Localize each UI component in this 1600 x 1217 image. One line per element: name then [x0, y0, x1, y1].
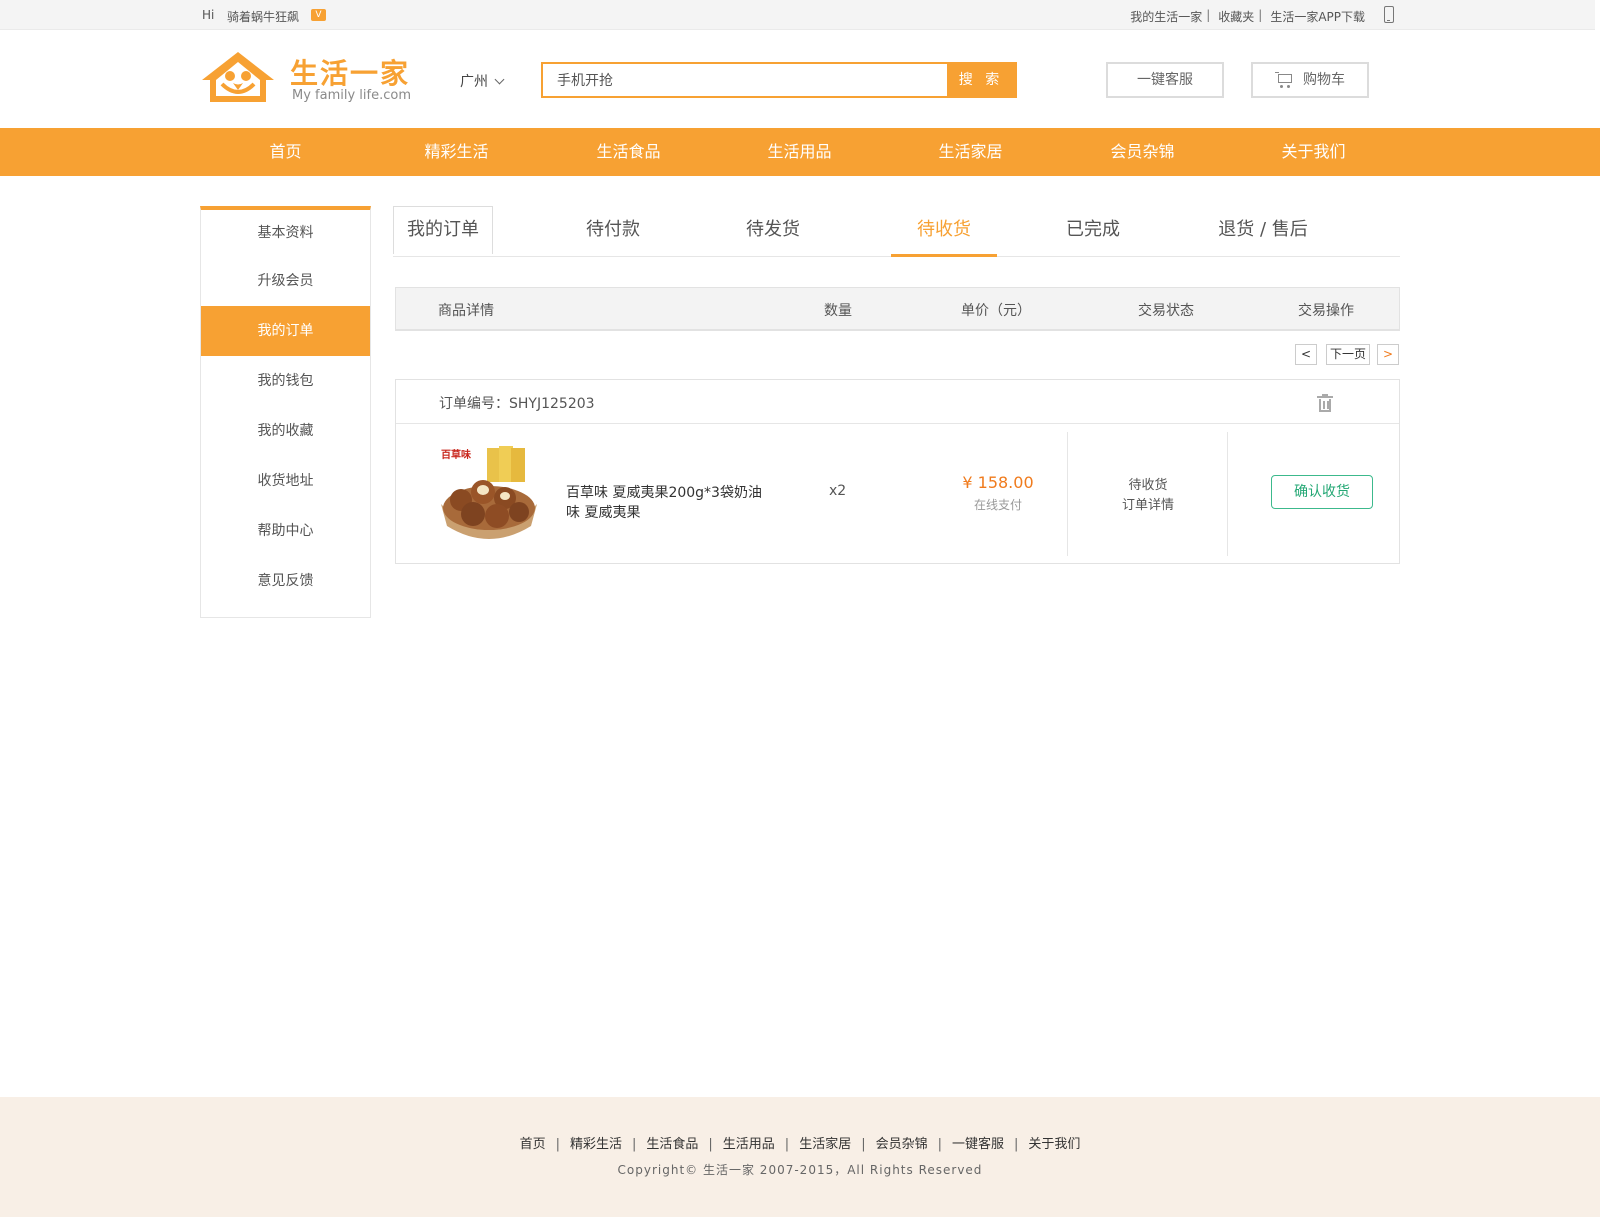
column-divider — [1227, 432, 1228, 556]
order-status: 待收货 — [1128, 478, 1168, 493]
separator: | — [1206, 8, 1211, 22]
tab-my-orders[interactable]: 我的订单 — [393, 206, 493, 254]
sidebar-item-address[interactable]: 收货地址 — [201, 456, 370, 506]
sidebar-item-wallet[interactable]: 我的钱包 — [201, 356, 370, 406]
pager-next-button[interactable]: > — [1377, 344, 1399, 365]
copyright: Copyright© 生活一家 2007-2015，All Rights Res… — [617, 1163, 983, 1177]
col-action: 交易操作 — [1298, 303, 1354, 319]
tab-completed[interactable]: 已完成 — [1033, 206, 1153, 257]
nav-item-home[interactable]: 首页 — [200, 128, 371, 176]
top-link-app-download[interactable]: 生活一家APP下载 — [1270, 8, 1365, 25]
greeting: Hi — [202, 8, 215, 22]
main-nav: 首页 精彩生活 生活食品 生活用品 生活家居 会员杂锦 关于我们 — [0, 128, 1600, 176]
house-family-logo-icon — [202, 52, 274, 102]
username[interactable]: 骑着蜗牛狂飙 — [227, 8, 299, 25]
confirm-receipt-button[interactable]: 确认收货 — [1271, 475, 1373, 509]
nav-item-about-us[interactable]: 关于我们 — [1228, 128, 1399, 176]
product-price: ¥ 158.00 — [962, 473, 1034, 492]
order-detail-link[interactable]: 订单详情 — [1088, 494, 1208, 513]
product-image[interactable]: 百草味 — [439, 444, 539, 542]
city-label: 广州 — [460, 74, 488, 90]
city-selector[interactable]: 广州 — [460, 71, 505, 91]
nav-item-wonderful-life[interactable]: 精彩生活 — [371, 128, 542, 176]
chevron-down-icon — [494, 74, 505, 85]
product-quantity: x2 — [829, 483, 847, 499]
product-name[interactable]: 百草味 夏威夷果200g*3袋奶油味 夏威夷果 — [566, 483, 766, 523]
customer-service-button[interactable]: 一键客服 — [1106, 62, 1224, 98]
col-price: 单价（元） — [961, 303, 1031, 319]
footer-link-daily-goods[interactable]: 生活用品 — [723, 1137, 775, 1152]
order-number: 订单编号：SHYJ125203 — [439, 396, 595, 412]
top-links: 我的生活一家 | 收藏夹 | 生活一家APP下载 — [1130, 8, 1365, 25]
site-logo[interactable]: 生活一家 My family life.com — [200, 50, 420, 106]
separator: | — [1258, 8, 1263, 22]
mobile-phone-icon[interactable] — [1384, 6, 1394, 23]
column-divider — [1067, 432, 1068, 556]
product-brand-logo: 百草味 — [441, 450, 471, 461]
logo-title: 生活一家 — [290, 57, 411, 90]
cart-button[interactable]: 购物车 — [1251, 62, 1369, 98]
footer-link-about-us[interactable]: 关于我们 — [1028, 1137, 1080, 1152]
pager-next-page-button[interactable]: 下一页 — [1326, 344, 1370, 365]
nav-item-member-misc[interactable]: 会员杂锦 — [1057, 128, 1228, 176]
separator: | — [861, 1137, 866, 1152]
separator: | — [708, 1137, 713, 1152]
order-tabs: 我的订单 待付款 待发货 待收货 已完成 退货 / 售后 — [393, 206, 1400, 257]
separator: | — [937, 1137, 942, 1152]
search-input[interactable] — [543, 64, 949, 96]
tab-pending-payment[interactable]: 待付款 — [553, 206, 673, 257]
footer-link-home-furnishing[interactable]: 生活家居 — [799, 1137, 851, 1152]
nav-item-home-furnishing[interactable]: 生活家居 — [885, 128, 1056, 176]
tab-returns[interactable]: 退货 / 售后 — [1193, 206, 1333, 257]
sidebar-item-basic-info[interactable]: 基本资料 — [201, 210, 370, 256]
payment-method: 在线支付 — [973, 498, 1022, 512]
sidebar-item-favorites[interactable]: 我的收藏 — [201, 406, 370, 456]
top-link-favorites[interactable]: 收藏夹 — [1218, 8, 1254, 25]
tab-pending-receipt[interactable]: 待收货 — [891, 206, 997, 257]
col-quantity: 数量 — [824, 303, 852, 319]
sidebar-item-feedback[interactable]: 意见反馈 — [201, 556, 370, 606]
footer-links: 首页 | 精彩生活 | 生活食品 | 生活用品 | 生活家居 | 会员杂锦 | 一键客服 | 关于我们 — [0, 1133, 1600, 1152]
order-table-header: 商品详情 数量 单价（元） 交易状态 交易操作 — [395, 287, 1400, 331]
nav-item-food[interactable]: 生活食品 — [543, 128, 714, 176]
separator: | — [631, 1137, 637, 1152]
search-bar: 搜 索 — [541, 62, 1017, 98]
pager-prev-button[interactable]: < — [1295, 344, 1317, 365]
nav-item-daily-goods[interactable]: 生活用品 — [714, 128, 885, 176]
tab-pending-shipment[interactable]: 待发货 — [713, 206, 833, 257]
cart-label: 购物车 — [1303, 72, 1345, 88]
footer-link-wonderful-life[interactable]: 精彩生活 — [570, 1137, 622, 1152]
top-bar: Hi 骑着蜗牛狂飙 V 我的生活一家 | 收藏夹 | 生活一家APP下载 — [0, 0, 1595, 30]
sidebar-item-my-orders[interactable]: 我的订单 — [201, 306, 370, 356]
separator: | — [555, 1137, 560, 1152]
sidebar-item-upgrade-member[interactable]: 升级会员 — [201, 256, 370, 306]
order-card: 订单编号：SHYJ125203 百草味 百草味 夏威夷果200g*3袋奶油味 夏… — [395, 379, 1400, 564]
col-status: 交易状态 — [1138, 303, 1194, 319]
sidebar-item-help-center[interactable]: 帮助中心 — [201, 506, 370, 556]
top-link-my-life[interactable]: 我的生活一家 — [1130, 8, 1202, 25]
account-sidebar: 基本资料 升级会员 我的订单 我的钱包 我的收藏 收货地址 帮助中心 意见反馈 — [200, 206, 371, 618]
footer-link-member-misc[interactable]: 会员杂锦 — [876, 1137, 928, 1152]
separator: | — [784, 1137, 790, 1152]
col-product: 商品详情 — [438, 303, 494, 319]
separator: | — [1014, 1137, 1019, 1152]
order-card-header: 订单编号：SHYJ125203 — [396, 380, 1399, 424]
footer-link-food[interactable]: 生活食品 — [646, 1137, 698, 1152]
shopping-cart-icon — [1275, 72, 1293, 88]
footer-link-customer-service[interactable]: 一键客服 — [952, 1137, 1004, 1152]
footer-link-home[interactable]: 首页 — [520, 1137, 546, 1152]
vip-badge: V — [311, 9, 326, 21]
footer: 首页 | 精彩生活 | 生活食品 | 生活用品 | 生活家居 | 会员杂锦 | 一键客服 | 关于我们 Co… — [0, 1097, 1600, 1217]
search-button[interactable]: 搜 索 — [947, 64, 1015, 96]
trash-icon[interactable] — [1317, 394, 1333, 412]
logo-subtitle: My family life.com — [292, 88, 411, 103]
